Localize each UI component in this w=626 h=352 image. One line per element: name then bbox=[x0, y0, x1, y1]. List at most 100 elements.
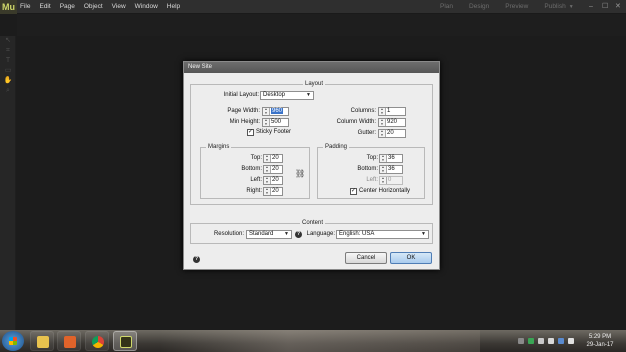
gutter-field[interactable]: ▲ ▼ 20 bbox=[378, 129, 406, 138]
tray-app-icon[interactable] bbox=[538, 338, 544, 344]
network-icon[interactable] bbox=[548, 338, 554, 344]
padding-left-field[interactable]: ▲ ▼ 0 bbox=[379, 176, 403, 185]
sticky-footer-checkbox[interactable]: ✓ bbox=[247, 129, 254, 136]
padding-top-field[interactable]: ▲ ▼ 36 bbox=[379, 154, 403, 163]
spinner-icon[interactable]: ▲ ▼ bbox=[264, 176, 271, 184]
gutter-value: 20 bbox=[387, 130, 394, 136]
column-width-field[interactable]: ▲ ▼ 920 bbox=[378, 118, 406, 127]
help-icon[interactable]: ? bbox=[295, 231, 302, 238]
app-menu-bar: Mu File Edit Page Object View Window Hel… bbox=[0, 0, 626, 14]
padding-bottom-value: 36 bbox=[388, 166, 395, 172]
initial-layout-select[interactable]: Desktop ▼ bbox=[260, 91, 314, 100]
spinner-icon[interactable]: ▲ ▼ bbox=[264, 187, 271, 195]
language-select[interactable]: English: USA ▼ bbox=[336, 230, 429, 239]
taskbar: 5:29 PM 29-Jan-17 bbox=[0, 330, 626, 352]
page-width-value: 960 bbox=[271, 108, 284, 114]
margin-left-field[interactable]: ▲ ▼ 20 bbox=[263, 176, 283, 185]
chevron-down-icon: ▼ bbox=[284, 231, 289, 237]
media-player-icon bbox=[64, 336, 76, 348]
menu-object[interactable]: Object bbox=[84, 0, 103, 14]
maximize-button[interactable]: ☐ bbox=[602, 0, 608, 14]
language-value: English: USA bbox=[339, 231, 375, 237]
gutter-label: Gutter: bbox=[357, 130, 376, 136]
center-horizontally-checkbox[interactable]: ✓ bbox=[350, 188, 357, 195]
margin-top-value: 20 bbox=[272, 155, 279, 161]
language-label: Language: bbox=[306, 231, 335, 237]
muse-logo: Mu bbox=[0, 0, 17, 14]
menu-view[interactable]: View bbox=[112, 0, 126, 14]
mode-switcher: Plan Design Preview Publish ▼ bbox=[440, 0, 582, 14]
clock-date: 29-Jan-17 bbox=[586, 342, 614, 348]
spinner-icon: ▲ ▼ bbox=[380, 176, 387, 184]
initial-layout-label: Initial Layout: bbox=[223, 92, 259, 98]
initial-layout-value: Desktop bbox=[263, 92, 286, 98]
resolution-select[interactable]: Standard ▼ bbox=[246, 230, 292, 239]
padding-bottom-field[interactable]: ▲ ▼ 36 bbox=[379, 165, 403, 174]
close-button[interactable]: ✕ bbox=[615, 0, 621, 14]
chevron-down-icon: ▼ bbox=[421, 231, 426, 237]
spinner-icon[interactable]: ▲ ▼ bbox=[380, 165, 387, 173]
tray-arrow-icon[interactable] bbox=[518, 338, 524, 344]
help-icon[interactable]: ? bbox=[193, 256, 200, 263]
spinner-icon[interactable]: ▲ ▼ bbox=[264, 165, 271, 173]
margin-bottom-field[interactable]: ▲ ▼ 20 bbox=[263, 165, 283, 174]
folder-icon bbox=[37, 336, 49, 348]
chevron-down-icon[interactable]: ▼ bbox=[569, 0, 574, 14]
text-tool-icon[interactable]: T bbox=[0, 56, 16, 66]
workspace-control-strip bbox=[17, 14, 626, 36]
padding-group-title: Padding bbox=[323, 144, 350, 151]
tray-app-icon[interactable] bbox=[528, 338, 534, 344]
zoom-tool-icon[interactable]: ⌕ bbox=[0, 86, 16, 96]
menu-file[interactable]: File bbox=[20, 0, 30, 14]
spinner-icon[interactable]: ▲ ▼ bbox=[379, 107, 386, 115]
crop-tool-icon[interactable]: ⌗ bbox=[0, 46, 16, 56]
sticky-footer-label: Sticky Footer bbox=[256, 129, 292, 135]
spinner-icon[interactable]: ▲ ▼ bbox=[380, 154, 387, 162]
menu-help[interactable]: Help bbox=[167, 0, 180, 14]
mode-design[interactable]: Design bbox=[469, 0, 489, 14]
ok-button[interactable]: OK bbox=[390, 252, 432, 264]
menu-window[interactable]: Window bbox=[135, 0, 158, 14]
muse-icon bbox=[120, 336, 132, 348]
taskbar-explorer[interactable] bbox=[30, 331, 54, 351]
link-margins-icon[interactable]: ⛓ bbox=[295, 170, 305, 178]
content-group-title: Content bbox=[300, 220, 326, 227]
tools-panel: ↖ ⌗ T ▭ ✋ ⌕ bbox=[0, 36, 16, 336]
main-menu: File Edit Page Object View Window Help bbox=[20, 0, 189, 14]
columns-field[interactable]: ▲ ▼ 1 bbox=[378, 107, 406, 116]
rectangle-tool-icon[interactable]: ▭ bbox=[0, 66, 16, 76]
margin-bottom-label: Bottom: bbox=[241, 166, 262, 172]
selection-tool-icon[interactable]: ↖ bbox=[0, 36, 16, 46]
taskbar-media-player[interactable] bbox=[57, 331, 81, 351]
cancel-button[interactable]: Cancel bbox=[345, 252, 387, 264]
menu-page[interactable]: Page bbox=[60, 0, 75, 14]
margin-right-field[interactable]: ▲ ▼ 20 bbox=[263, 187, 283, 196]
dialog-title: New Site bbox=[184, 62, 439, 73]
minimize-button[interactable]: – bbox=[589, 0, 593, 14]
mode-plan[interactable]: Plan bbox=[440, 0, 453, 14]
volume-icon[interactable] bbox=[558, 338, 564, 344]
battery-icon[interactable] bbox=[568, 338, 574, 344]
min-height-field[interactable]: ▲ ▼ 500 bbox=[262, 118, 289, 127]
margin-top-field[interactable]: ▲ ▼ 20 bbox=[263, 154, 283, 163]
mode-publish[interactable]: Publish bbox=[544, 0, 565, 14]
resolution-label: Resolution: bbox=[213, 231, 244, 237]
windows-logo-icon bbox=[9, 337, 17, 345]
start-button[interactable] bbox=[2, 331, 24, 351]
min-height-label: Min Height: bbox=[229, 119, 260, 125]
spinner-icon[interactable]: ▲ ▼ bbox=[264, 154, 271, 162]
taskbar-muse[interactable] bbox=[113, 331, 137, 351]
spinner-icon[interactable]: ▲ ▼ bbox=[379, 118, 386, 126]
page-width-field[interactable]: ▲ ▼ 960 bbox=[262, 107, 289, 116]
menu-edit[interactable]: Edit bbox=[39, 0, 50, 14]
padding-bottom-label: Bottom: bbox=[357, 166, 378, 172]
columns-value: 1 bbox=[387, 108, 391, 114]
spinner-icon[interactable]: ▲ ▼ bbox=[263, 107, 270, 115]
column-width-value: 920 bbox=[387, 119, 398, 125]
mode-preview[interactable]: Preview bbox=[505, 0, 528, 14]
spinner-icon[interactable]: ▲ ▼ bbox=[379, 129, 386, 137]
hand-tool-icon[interactable]: ✋ bbox=[0, 76, 16, 86]
taskbar-chrome[interactable] bbox=[85, 331, 109, 351]
system-clock[interactable]: 5:29 PM 29-Jan-17 bbox=[580, 333, 620, 349]
spinner-icon[interactable]: ▲ ▼ bbox=[263, 118, 270, 126]
